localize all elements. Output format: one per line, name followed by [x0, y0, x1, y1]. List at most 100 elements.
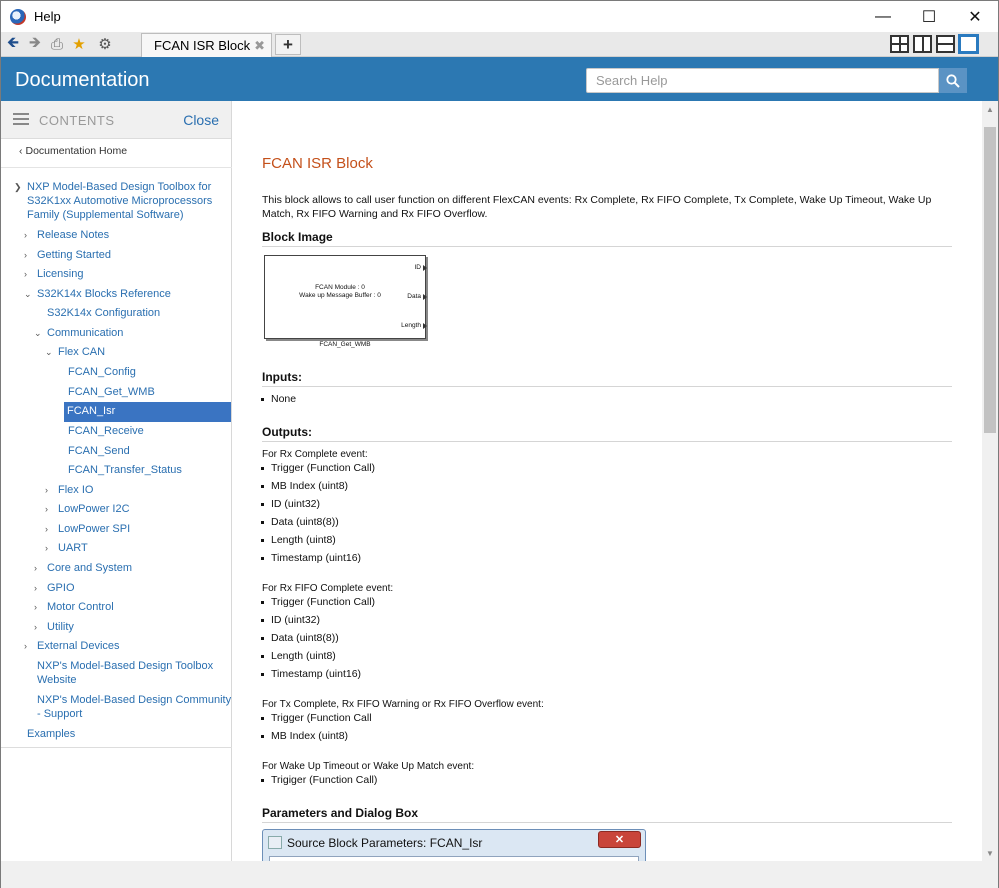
tree-item-s32k14x-blocks-reference[interactable]: ⌄ S32K14x Blocks Reference — [24, 287, 171, 302]
page-title: FCAN ISR Block — [262, 155, 373, 172]
tree-item-uart[interactable]: › UART — [45, 541, 88, 556]
maximize-button[interactable]: ☐ — [906, 1, 952, 32]
output-item: Trigger (Function Call) — [260, 596, 376, 608]
tree-item-fcan-isr[interactable]: FCAN_Isr — [64, 402, 231, 422]
toolbar: 🡸 🡺 ⎙ ★ ⚙ FCAN ISR Block ✖ + — [1, 32, 998, 57]
block-wmb-text: Wake up Message Buffer : 0 — [299, 292, 381, 299]
divider — [262, 822, 952, 823]
vertical-scrollbar[interactable]: ▲ ▼ — [982, 101, 998, 861]
tree-item-label: Utility — [47, 621, 74, 633]
block-center-text: FCAN Module : 0 Wake up Message Buffer :… — [265, 284, 415, 300]
output-group-title: For Tx Complete, Rx FIFO Warning or Rx F… — [262, 699, 544, 710]
back-arrow-icon[interactable]: 🡸 — [4, 34, 22, 53]
tree-item-core-and-system[interactable]: › Core and System — [34, 561, 132, 576]
output-item: Timestamp (uint16) — [260, 552, 362, 564]
scroll-down-icon[interactable]: ▼ — [982, 845, 998, 861]
chevron-right-icon: › — [24, 641, 27, 651]
menu-icon[interactable] — [13, 113, 29, 125]
window-controls: — ☐ ✕ — [860, 1, 998, 32]
tree-item-label: Core and System — [47, 562, 132, 574]
inputs-heading: Inputs: — [262, 370, 302, 384]
tree-item-label: External Devices — [37, 640, 120, 652]
divider — [262, 386, 952, 387]
print-icon[interactable]: ⎙ — [48, 35, 66, 53]
dialog-close-icon: ✕ — [598, 831, 641, 848]
search-button[interactable] — [939, 68, 967, 93]
tree-item-nxp-toolbox-cont2[interactable]: Family (Supplemental Software) — [27, 208, 184, 223]
tree-item-flex-can[interactable]: ⌄ Flex CAN — [45, 345, 105, 360]
settings-gear-icon[interactable]: ⚙ — [96, 35, 114, 53]
tree-item-fcan-transfer-status[interactable]: FCAN_Transfer_Status — [68, 463, 182, 478]
tree-item-fcan-send[interactable]: FCAN_Send — [68, 444, 130, 459]
chevron-right-icon: › — [34, 602, 37, 612]
parameters-heading: Parameters and Dialog Box — [262, 806, 419, 820]
tree-item-communication[interactable]: ⌄ Communication — [34, 326, 124, 341]
forward-arrow-icon[interactable]: 🡺 — [26, 34, 44, 53]
help-window: Help — ☐ ✕ 🡸 🡺 ⎙ ★ ⚙ FCAN ISR Block ✖ + … — [0, 0, 999, 888]
layout-single-icon[interactable] — [958, 34, 979, 54]
tree-item-label: FCAN_Config — [68, 366, 136, 378]
output-item: Length (uint8) — [261, 650, 336, 662]
close-window-button[interactable]: ✕ — [952, 1, 998, 32]
tree-item-nxp-community-cont[interactable]: - Support — [37, 707, 82, 722]
tree-item-label: S32K14x Blocks Reference — [37, 288, 171, 300]
chevron-left-icon: ‹ — [19, 145, 23, 157]
search-input[interactable] — [586, 68, 939, 93]
minimize-button[interactable]: — — [860, 1, 906, 32]
documentation-home-link[interactable]: ‹ Documentation Home — [19, 145, 127, 157]
favorites-star-icon[interactable]: ★ — [70, 35, 88, 53]
tree-item-label: Communication — [47, 327, 124, 339]
layout-horizontal-split-icon[interactable] — [936, 35, 955, 53]
chevron-down-icon: ⌄ — [24, 289, 32, 299]
tree-item-external-devices[interactable]: › External Devices — [24, 639, 120, 654]
tab-close-icon[interactable]: ✖ — [254, 38, 265, 54]
layout-vertical-split-icon[interactable] — [913, 35, 932, 53]
tree-item-fcan-get-wmb[interactable]: FCAN_Get_WMB — [68, 385, 155, 400]
output-item: Timestamp (uint16) — [260, 668, 362, 680]
tree-item-label: Getting Started — [37, 249, 111, 261]
tree-item-fcan-receive[interactable]: FCAN_Receive — [68, 424, 144, 439]
tree-item-nxp-toolbox-cont[interactable]: S32K1xx Automotive Microprocessors — [27, 194, 212, 209]
scroll-thumb[interactable] — [984, 127, 996, 433]
tree-item-nxp-toolbox[interactable]: ❯ NXP Model-Based Design Toolbox for — [14, 180, 211, 195]
intro-line: This block allows to call user function … — [262, 194, 932, 206]
tree-item-label: Licensing — [37, 268, 84, 280]
add-tab-button[interactable]: + — [275, 34, 301, 55]
tree-item-release-notes[interactable]: › Release Notes — [24, 228, 110, 243]
tree-item-nxp-website-cont[interactable]: Website — [37, 673, 77, 688]
output-item: Data (uint8(8)) — [261, 632, 339, 644]
input-item: None — [260, 393, 297, 405]
output-group-title: For Wake Up Timeout or Wake Up Match eve… — [262, 761, 475, 772]
tree-item-label: NXP's Model-Based Design Toolbox — [37, 660, 214, 672]
tree-item-label: Examples — [27, 728, 76, 740]
tree-item-label: Release Notes — [37, 229, 110, 241]
tree-item-fcan-config[interactable]: FCAN_Config — [68, 365, 136, 380]
tree-item-label: FCAN_Transfer_Status — [68, 464, 182, 476]
tree-item-getting-started[interactable]: › Getting Started — [24, 248, 111, 263]
output-item: ID (uint32) — [260, 498, 321, 510]
tree-item-utility[interactable]: › Utility — [34, 620, 74, 635]
tab-fcan-isr-block[interactable]: FCAN ISR Block ✖ — [141, 33, 272, 57]
sidebar-header: CONTENTS Close — [1, 101, 231, 139]
dialog-screenshot: Source Block Parameters: FCAN_Isr ✕ — [262, 829, 646, 861]
tree-item-s32k14x-configuration[interactable]: S32K14x Configuration — [47, 306, 160, 321]
tree-item-label: NXP's Model-Based Design Community — [37, 694, 232, 706]
close-contents-link[interactable]: Close — [183, 112, 219, 128]
intro-text: This block allows to call user function … — [262, 193, 932, 221]
tree-item-gpio[interactable]: › GPIO — [34, 581, 75, 596]
tree-item-licensing[interactable]: › Licensing — [24, 267, 84, 282]
scroll-up-icon[interactable]: ▲ — [982, 101, 998, 117]
chevron-right-icon: › — [24, 269, 27, 279]
documentation-title[interactable]: Documentation — [15, 69, 150, 92]
tree-item-nxp-website[interactable]: NXP's Model-Based Design Toolbox — [37, 659, 213, 674]
tree-item-lowpower-spi[interactable]: › LowPower SPI — [45, 522, 130, 537]
layout-grid-icon[interactable] — [890, 35, 909, 53]
tree-item-motor-control[interactable]: › Motor Control — [34, 600, 114, 615]
tree-item-lowpower-i2c[interactable]: › LowPower I2C — [45, 502, 130, 517]
tree-item-flex-io[interactable]: › Flex IO — [45, 483, 93, 498]
tree-item-examples[interactable]: Examples — [27, 727, 75, 742]
output-item: Trigger (Function Call — [261, 712, 372, 724]
tree-item-nxp-community[interactable]: NXP's Model-Based Design Community — [37, 693, 231, 708]
chevron-right-icon: › — [24, 250, 27, 260]
chevron-down-icon: ❯ — [14, 182, 22, 192]
